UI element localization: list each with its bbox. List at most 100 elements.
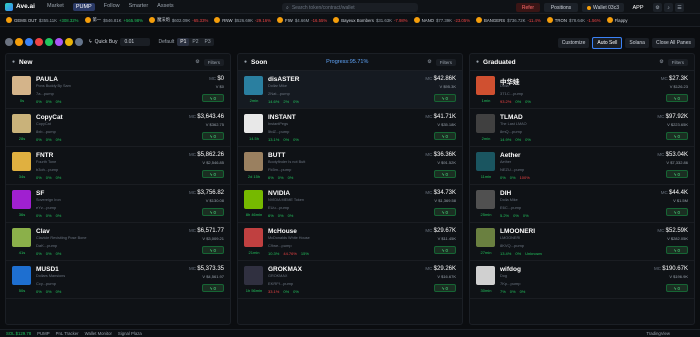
buy-button[interactable]: ϟ 0 bbox=[202, 208, 224, 216]
chip-1[interactable] bbox=[5, 38, 13, 46]
token-avatar[interactable] bbox=[244, 76, 263, 95]
token-row[interactable]: 14.5h INSTANT InstantPegs 5tdZ...pump 13.1% 0… bbox=[238, 109, 462, 147]
buy-button[interactable]: ϟ 0 bbox=[666, 94, 688, 102]
token-address[interactable]: EKRFf...pump bbox=[268, 281, 293, 286]
token-avatar[interactable] bbox=[476, 76, 495, 95]
buy-button[interactable]: ϟ 0 bbox=[666, 246, 688, 254]
ticker-item[interactable]: 魔法炮 $602.09K -65.33% bbox=[148, 17, 208, 23]
chip-8[interactable] bbox=[75, 38, 83, 46]
token-avatar[interactable] bbox=[12, 228, 31, 247]
filters-button[interactable]: Filters bbox=[435, 58, 456, 66]
chip-6[interactable] bbox=[55, 38, 63, 46]
ticker-item[interactable]: BANGERS $736.72K -11.4% bbox=[476, 17, 541, 23]
token-row[interactable]: 34s FNTR Fourth Tone b3oh...pump 0% 0% 0% MC $5… bbox=[6, 147, 230, 185]
buy-button[interactable]: ϟ 0 bbox=[202, 246, 224, 254]
refer-button[interactable]: Refer bbox=[516, 3, 540, 12]
token-row[interactable]: 36s SF Sovereign Iron eYz...pump 0% 0% 0% MC $3… bbox=[6, 185, 230, 223]
status-pump[interactable]: PUMP bbox=[37, 331, 49, 336]
token-address[interactable]: eYz...pump bbox=[36, 205, 56, 210]
token-row[interactable]: 1min 中华娃 Dolla 3T1C...pump 93.2% 0% 0% MC $27.3… bbox=[470, 71, 694, 109]
token-address[interactable]: 8mQ...pump bbox=[500, 129, 522, 134]
nav-smarter[interactable]: Smarter bbox=[129, 3, 149, 11]
token-address[interactable]: 8xb...pump bbox=[36, 129, 56, 134]
token-row[interactable]: 30min wifdog Dog 7Kp...pump 7% 0% 0% MC $190.67… bbox=[470, 261, 694, 299]
token-avatar[interactable] bbox=[476, 152, 495, 171]
chain-select[interactable]: Solana bbox=[625, 38, 649, 48]
buy-button[interactable]: ϟ 0 bbox=[666, 284, 688, 292]
buy-button[interactable]: ϟ 0 bbox=[434, 208, 456, 216]
positions-button[interactable]: Positions bbox=[544, 3, 578, 12]
search-input[interactable]: ⌕ Search token/contract/wallet bbox=[282, 3, 418, 12]
token-row[interactable]: 2min TLMAD The Last LMAO 8mQ...pump 14.9% 0% 0… bbox=[470, 109, 694, 147]
menu-icon[interactable]: ☰ bbox=[675, 3, 684, 12]
customize-button[interactable]: Customize bbox=[557, 38, 590, 48]
token-row[interactable]: 2d 15h BUTT Bootyfinder Is not Butt Fk5m...… bbox=[238, 147, 462, 185]
settings-icon[interactable]: ⚙ bbox=[659, 59, 663, 65]
token-avatar[interactable] bbox=[476, 266, 495, 285]
token-address[interactable]: EUu...pump bbox=[268, 205, 289, 210]
preset-p1[interactable]: P1 bbox=[177, 38, 190, 46]
token-avatar[interactable] bbox=[476, 190, 495, 209]
token-row[interactable]: 8h 46min NVIDIA NVIDIA MEME Token EUu...pum… bbox=[238, 185, 462, 223]
preset-p3[interactable]: P3 bbox=[202, 38, 214, 46]
wallet-button[interactable]: Wallet 03c3 bbox=[582, 3, 624, 12]
chip-5[interactable] bbox=[45, 38, 53, 46]
buy-button[interactable]: ϟ 0 bbox=[434, 246, 456, 254]
token-address[interactable]: DaK...pump bbox=[36, 243, 57, 248]
token-row[interactable]: 0s PAULA Pons Buddy By Sam 7a...pump 0% 0% 0% M… bbox=[6, 71, 230, 109]
token-avatar[interactable] bbox=[244, 190, 263, 209]
settings-icon[interactable]: ⚙ bbox=[427, 59, 431, 65]
token-avatar[interactable] bbox=[12, 114, 31, 133]
ticker-item[interactable]: Flappy bbox=[606, 17, 632, 23]
token-address[interactable]: 3T1C...pump bbox=[500, 91, 523, 96]
tradingview-label[interactable]: TradingView bbox=[646, 331, 670, 336]
preset-p2[interactable]: P2 bbox=[189, 38, 201, 46]
token-row[interactable]: 50s MUSD1 Dollars Mansions Ccy...pump 0% 0% 0%… bbox=[6, 261, 230, 299]
gear-icon[interactable]: ⚙ bbox=[653, 3, 662, 12]
notification-icon[interactable]: ♪ bbox=[664, 3, 673, 12]
ticker-item[interactable]: TRON $78.64K -1.56% bbox=[546, 17, 601, 23]
buy-button[interactable]: ϟ 0 bbox=[434, 132, 456, 140]
token-avatar[interactable] bbox=[12, 76, 31, 95]
chip-7[interactable] bbox=[65, 38, 73, 46]
status-signal-plaza[interactable]: Signal Plaza bbox=[118, 331, 142, 336]
token-row[interactable]: 41s Clav Clavicle Revisiting Pose Bone DaK.… bbox=[6, 223, 230, 261]
close-all-button[interactable]: Close All Panes bbox=[651, 38, 695, 48]
ticker-item[interactable]: NANO $77.39K -23.05% bbox=[413, 17, 470, 23]
status-wallet-monitor[interactable]: Wallet Monitor bbox=[85, 331, 112, 336]
status-pnl-tracker[interactable]: PnL Tracker bbox=[56, 331, 79, 336]
token-address[interactable]: E6C...pump bbox=[500, 205, 521, 210]
nav-market[interactable]: Market bbox=[47, 3, 64, 11]
token-row[interactable]: 25min DIH Dolla Mike E6C...pump 5.2% 0% 0% MC $… bbox=[470, 185, 694, 223]
ticker-item[interactable]: GEMS OUT $355.11K +308.32% bbox=[6, 17, 79, 23]
ticker-item[interactable]: 第一 $546.81K +565.98% bbox=[84, 17, 143, 23]
token-address[interactable]: 7a...pump bbox=[36, 91, 54, 96]
token-row[interactable]: 27min LMOONERI LMOONERI 8KVQ...pump 13.4% 0% U… bbox=[470, 223, 694, 261]
buy-button[interactable]: ϟ 0 bbox=[202, 94, 224, 102]
token-row[interactable]: 1h 56min GROKMAX GROKMAX EKRFf...pump 33.1% 0… bbox=[238, 261, 462, 299]
buy-button[interactable]: ϟ 0 bbox=[202, 284, 224, 292]
ticker-item[interactable]: RNW $526.69K -29.16% bbox=[214, 17, 271, 23]
token-address[interactable]: 5tdZ...pump bbox=[268, 129, 289, 134]
chip-2[interactable] bbox=[15, 38, 23, 46]
app-button[interactable]: APP bbox=[630, 3, 646, 12]
nav-follow[interactable]: Follow bbox=[104, 3, 120, 11]
token-avatar[interactable] bbox=[244, 228, 263, 247]
token-address[interactable]: 8KVQ...pump bbox=[500, 243, 524, 248]
quick-buy-input[interactable]: 0.01 bbox=[120, 38, 151, 46]
chip-3[interactable] bbox=[25, 38, 33, 46]
auto-sell-button[interactable]: Auto Sell bbox=[592, 37, 623, 49]
token-row[interactable]: 28s CopyCat CopyCat 8xb...pump 0% 0% 0% MC $3,6… bbox=[6, 109, 230, 147]
buy-button[interactable]: ϟ 0 bbox=[202, 170, 224, 178]
token-avatar[interactable] bbox=[244, 152, 263, 171]
nav-assets[interactable]: Assets bbox=[157, 3, 174, 11]
token-address[interactable]: Ccy...pump bbox=[36, 281, 56, 286]
buy-button[interactable]: ϟ 0 bbox=[666, 170, 688, 178]
token-avatar[interactable] bbox=[12, 266, 31, 285]
token-address[interactable]: Fk5m...pump bbox=[268, 167, 291, 172]
token-address[interactable]: 7Kp...pump bbox=[500, 281, 520, 286]
token-avatar[interactable] bbox=[244, 266, 263, 285]
token-address[interactable]: NEZU...pump bbox=[500, 167, 524, 172]
token-avatar[interactable] bbox=[12, 190, 31, 209]
token-row[interactable]: 21min McHouse McDonalds White House C9we...… bbox=[238, 223, 462, 261]
